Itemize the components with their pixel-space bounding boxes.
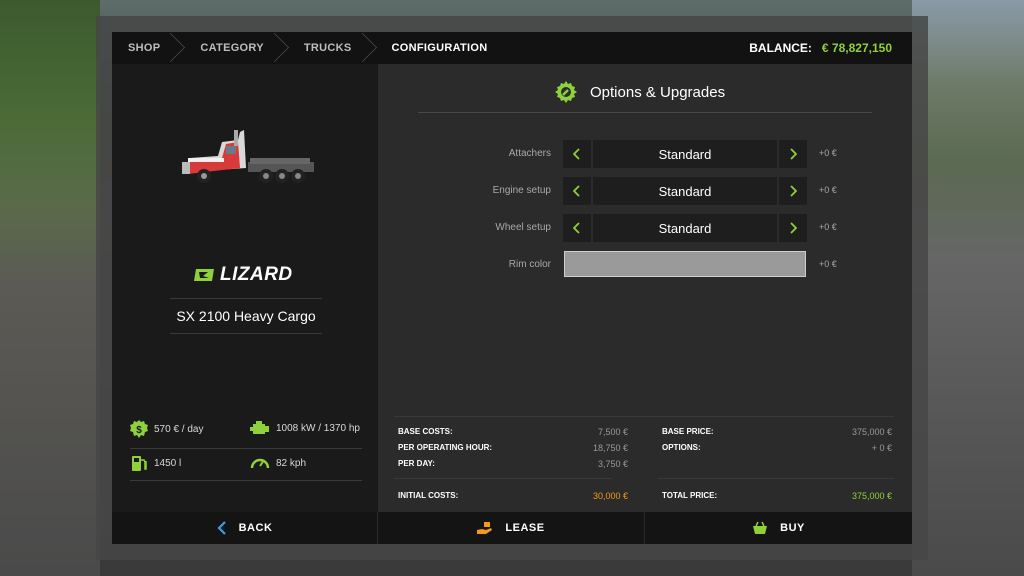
option-label: Wheel setup bbox=[495, 222, 551, 233]
next-option-button[interactable] bbox=[779, 177, 807, 205]
option-value: Standard bbox=[593, 177, 777, 205]
chevron-left-icon bbox=[573, 222, 580, 234]
spec-cost-value: 570 € / day bbox=[154, 423, 204, 435]
lease-button[interactable]: LEASE bbox=[378, 512, 645, 544]
back-label: BACK bbox=[238, 522, 273, 534]
breadcrumb-trucks[interactable]: TRUCKS bbox=[280, 32, 368, 64]
shopping-basket-icon bbox=[753, 521, 768, 534]
next-option-button[interactable] bbox=[779, 214, 807, 242]
balance-label: BALANCE: bbox=[749, 41, 812, 55]
balance-display: BALANCE: € 78,827,150 bbox=[749, 41, 912, 55]
base-costs-value: 7,500 € bbox=[597, 427, 628, 437]
previous-option-button[interactable] bbox=[563, 214, 591, 242]
speedometer-icon bbox=[250, 458, 270, 469]
top-bar: SHOP CATEGORY TRUCKS CONFIGURATION BALAN… bbox=[112, 32, 912, 64]
breadcrumb-shop[interactable]: SHOP bbox=[112, 32, 176, 64]
wrench-gear-icon bbox=[555, 81, 577, 103]
breadcrumb-category[interactable]: CATEGORY bbox=[176, 32, 280, 64]
options-title-text: Options & Upgrades bbox=[590, 83, 726, 101]
chevron-left-icon bbox=[573, 148, 580, 160]
options-title: Options & Upgrades bbox=[554, 80, 725, 104]
spec-fuel-value: 1450 l bbox=[154, 457, 182, 469]
total-price-value: 375,000 € bbox=[851, 491, 892, 501]
option-selector: Standard bbox=[563, 140, 807, 168]
base-price-label: BASE PRICE: bbox=[662, 427, 714, 436]
spec-cost-per-day: $ 570 € / day bbox=[130, 420, 203, 438]
brand-logo: LIZARD bbox=[194, 264, 293, 286]
vehicle-panel: LIZARD SX 2100 Heavy Cargo $ 570 € / day… bbox=[112, 64, 378, 512]
spec-power: 1008 kW / 1370 hp bbox=[250, 420, 360, 436]
svg-text:$: $ bbox=[136, 425, 142, 436]
option-value: Standard bbox=[593, 140, 777, 168]
background-right bbox=[912, 0, 1024, 576]
base-costs-label: BASE COSTS: bbox=[398, 427, 453, 436]
options-panel: Options & Upgrades Attachers Standard +0… bbox=[378, 64, 912, 512]
options-divider bbox=[418, 112, 872, 113]
next-option-button[interactable] bbox=[779, 140, 807, 168]
balance-value: € 78,827,150 bbox=[821, 41, 892, 55]
previous-option-button[interactable] bbox=[563, 177, 591, 205]
option-label: Rim color bbox=[508, 259, 551, 270]
spec-power-value: 1008 kW / 1370 hp bbox=[276, 422, 360, 434]
options-cost-value: + 0 € bbox=[871, 443, 892, 453]
option-price: +0 € bbox=[819, 185, 837, 195]
option-row-wheel-setup: Wheel setup Standard +0 € bbox=[378, 214, 912, 242]
back-button[interactable]: BACK bbox=[112, 512, 378, 544]
chevron-right-icon bbox=[790, 148, 797, 160]
initial-costs-label: INITIAL COSTS: bbox=[398, 491, 459, 500]
spec-speed-value: 82 kph bbox=[276, 457, 307, 469]
option-row-attachers: Attachers Standard +0 € bbox=[378, 140, 912, 168]
lease-hand-icon bbox=[477, 522, 493, 534]
engine-icon bbox=[250, 421, 269, 434]
chevron-right-icon bbox=[790, 222, 797, 234]
option-price: +0 € bbox=[819, 259, 837, 269]
total-price-label: TOTAL PRICE: bbox=[662, 491, 718, 500]
option-selector: Standard bbox=[563, 177, 807, 205]
chevron-left-icon bbox=[573, 185, 580, 197]
options-cost-label: OPTIONS: bbox=[662, 443, 701, 452]
option-row-engine-setup: Engine setup Standard +0 € bbox=[378, 177, 912, 205]
background-left bbox=[0, 0, 100, 576]
vehicle-specs: $ 570 € / day 1008 kW / 1370 hp 1450 l 8… bbox=[130, 414, 362, 481]
per-hour-value: 18,750 € bbox=[592, 443, 628, 453]
money-icon: $ bbox=[130, 420, 148, 438]
option-label: Attachers bbox=[508, 148, 551, 159]
base-price-value: 375,000 € bbox=[851, 427, 892, 437]
buy-button[interactable]: BUY bbox=[645, 512, 912, 544]
option-label: Engine setup bbox=[492, 185, 551, 196]
cost-summary: BASE COSTS: 7,500 € PER OPERATING HOUR: … bbox=[394, 416, 894, 508]
buy-label: BUY bbox=[780, 522, 805, 534]
back-arrow-icon bbox=[217, 521, 226, 535]
action-bar: BACK LEASE BUY bbox=[112, 512, 912, 544]
option-selector: Standard bbox=[563, 214, 807, 242]
per-day-label: PER DAY: bbox=[398, 459, 435, 468]
option-value: Standard bbox=[593, 214, 777, 242]
option-row-rim-color: Rim color +0 € bbox=[378, 251, 912, 279]
per-day-value: 3,750 € bbox=[597, 459, 628, 469]
chevron-right-icon bbox=[790, 185, 797, 197]
spec-speed: 82 kph bbox=[250, 454, 306, 472]
per-hour-label: PER OPERATING HOUR: bbox=[398, 443, 493, 452]
initial-costs-value: 30,000 € bbox=[592, 491, 628, 501]
previous-option-button[interactable] bbox=[563, 140, 591, 168]
option-price: +0 € bbox=[819, 222, 837, 232]
breadcrumb-configuration: CONFIGURATION bbox=[391, 42, 488, 54]
lizard-logo-icon bbox=[194, 269, 214, 281]
lease-label: LEASE bbox=[505, 522, 545, 534]
vehicle-model-name: SX 2100 Heavy Cargo bbox=[170, 298, 322, 334]
spec-fuel: 1450 l bbox=[130, 454, 181, 472]
brand-name: LIZARD bbox=[220, 264, 293, 285]
rim-color-swatch[interactable] bbox=[564, 251, 806, 277]
option-price: +0 € bbox=[819, 148, 837, 158]
truck-image bbox=[182, 130, 314, 183]
fuel-icon bbox=[132, 456, 147, 471]
